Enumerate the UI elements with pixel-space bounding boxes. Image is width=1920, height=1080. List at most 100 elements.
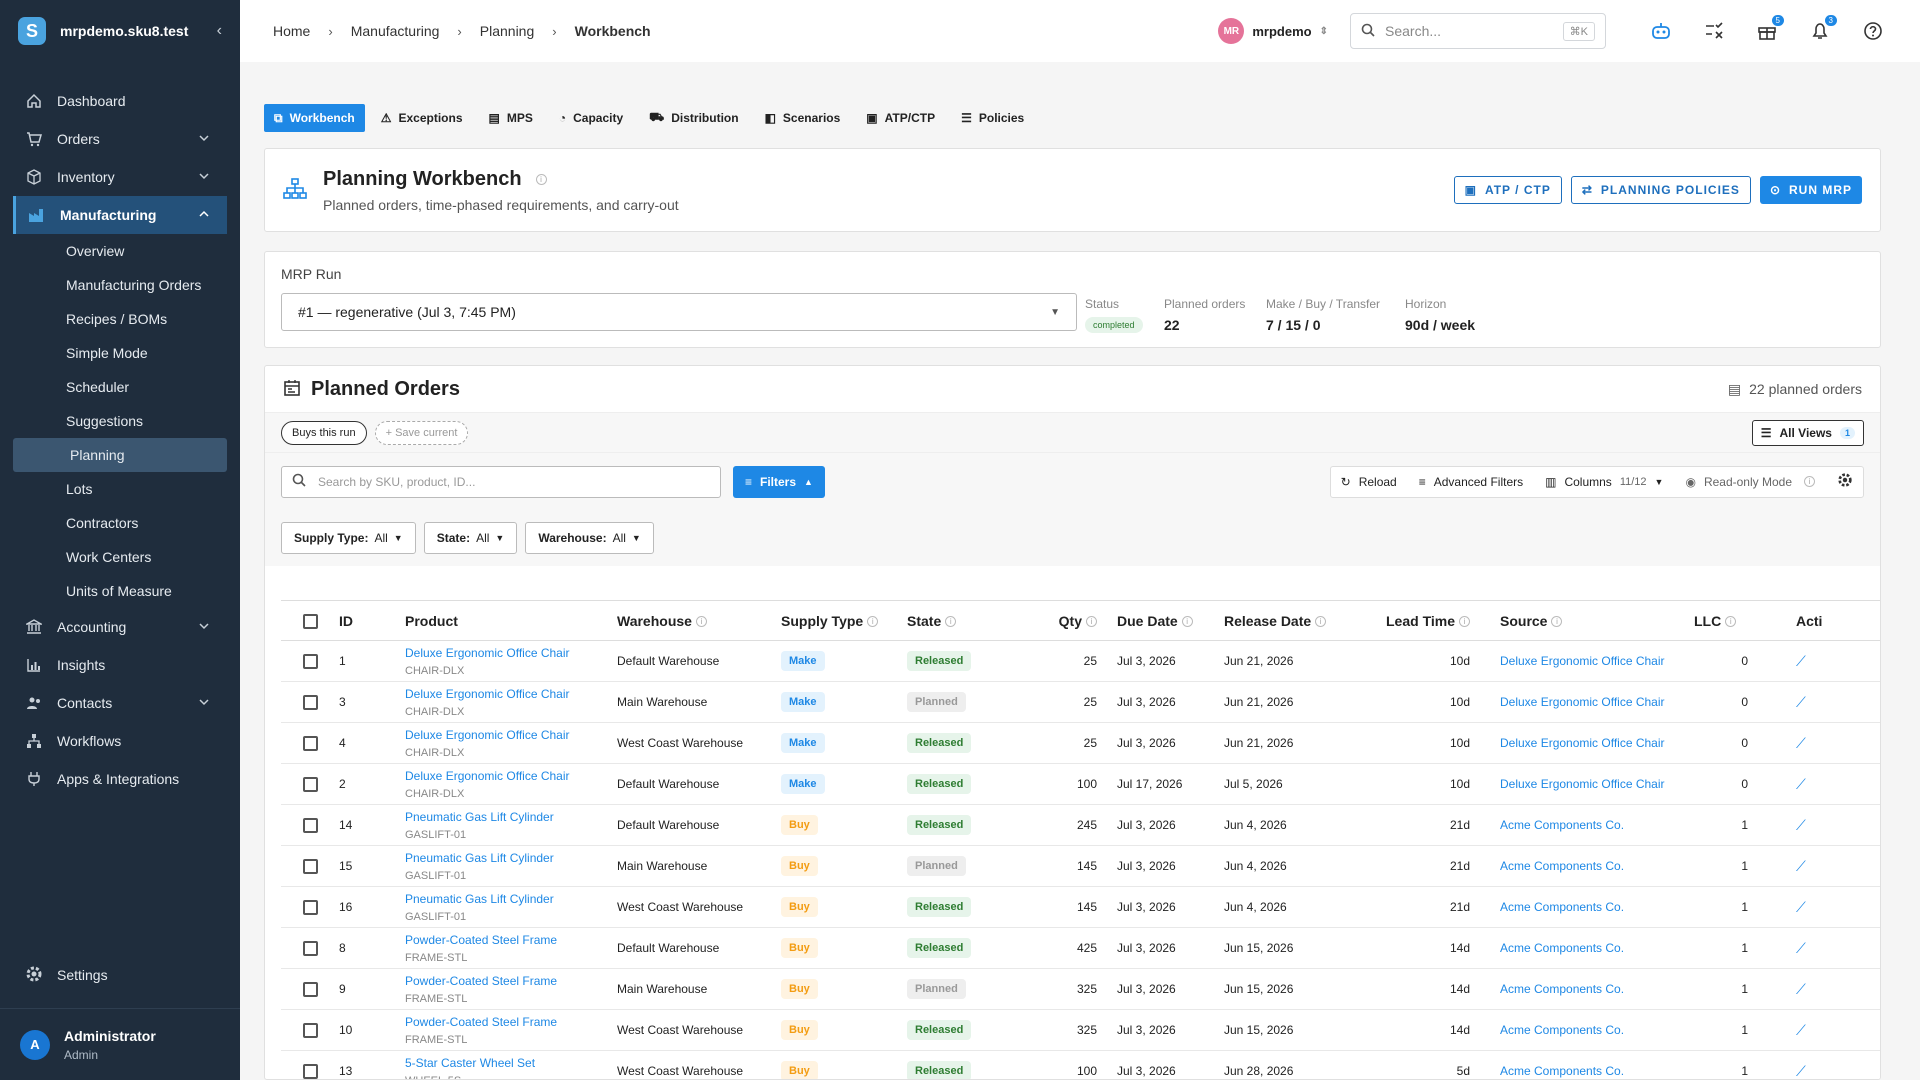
global-search-input[interactable]: Search... ⌘K bbox=[1350, 13, 1606, 49]
column-header-product[interactable]: Product bbox=[405, 600, 617, 641]
column-header-source[interactable]: Source i bbox=[1470, 600, 1694, 641]
row-checkbox[interactable] bbox=[281, 886, 339, 928]
tab-atp-ctp[interactable]: ▣ ATP/CTP bbox=[856, 104, 945, 132]
table-settings-button[interactable] bbox=[1837, 472, 1853, 491]
column-header-lead-time[interactable]: Lead Time i bbox=[1354, 600, 1470, 641]
column-header-supply-type[interactable]: Supply Type i bbox=[781, 600, 907, 641]
product-link[interactable]: Pneumatic Gas Lift Cylinder bbox=[405, 851, 617, 865]
help-icon[interactable] bbox=[1859, 17, 1887, 45]
sidebar-item-manufacturing[interactable]: Manufacturing bbox=[13, 196, 227, 234]
run-mrp-button[interactable]: ⊙ RUN MRP bbox=[1759, 176, 1862, 204]
row-checkbox[interactable] bbox=[281, 681, 339, 723]
planning-policies-button[interactable]: ⇄ PLANNING POLICIES bbox=[1570, 176, 1751, 204]
cell-source-link[interactable]: Acme Components Co. bbox=[1470, 886, 1694, 928]
tab-exceptions[interactable]: ⚠ Exceptions bbox=[371, 104, 473, 132]
tab-distribution[interactable]: ⛟ Distribution bbox=[639, 104, 748, 132]
sidebar-subitem-simple-mode[interactable]: Simple Mode bbox=[0, 336, 240, 370]
column-header-state[interactable]: State i bbox=[907, 600, 1013, 641]
sidebar-subitem-recipes-boms[interactable]: Recipes / BOMs bbox=[0, 302, 240, 336]
sidebar-item-apps-integrations[interactable]: Apps & Integrations bbox=[0, 760, 240, 798]
view-chip-buys-this-run[interactable]: Buys this run bbox=[281, 420, 367, 445]
sidebar-subitem-manufacturing-orders[interactable]: Manufacturing Orders bbox=[0, 268, 240, 302]
sidebar-item-inventory[interactable]: Inventory bbox=[0, 158, 240, 196]
trend-icon[interactable]: ⟋ bbox=[1796, 858, 1806, 874]
save-current-view-button[interactable]: + Save current bbox=[374, 420, 469, 445]
sidebar-subitem-overview[interactable]: Overview bbox=[0, 234, 240, 268]
column-header-llc[interactable]: LLC i bbox=[1694, 600, 1774, 641]
column-header-release-date[interactable]: Release Date i bbox=[1224, 600, 1354, 641]
collapse-sidebar-icon[interactable]: ‹ bbox=[217, 22, 222, 40]
sidebar-subitem-scheduler[interactable]: Scheduler bbox=[0, 370, 240, 404]
trend-icon[interactable]: ⟋ bbox=[1796, 653, 1806, 669]
product-link[interactable]: Deluxe Ergonomic Office Chair bbox=[405, 687, 617, 701]
product-link[interactable]: Powder-Coated Steel Frame bbox=[405, 933, 617, 947]
product-link[interactable]: Pneumatic Gas Lift Cylinder bbox=[405, 810, 617, 824]
tab-capacity[interactable]: ◔ Capacity bbox=[549, 104, 633, 132]
info-icon[interactable]: i bbox=[535, 173, 547, 185]
cell-source-link[interactable]: Acme Components Co. bbox=[1470, 845, 1694, 887]
row-checkbox[interactable] bbox=[281, 1050, 339, 1079]
product-link[interactable]: Deluxe Ergonomic Office Chair bbox=[405, 769, 617, 783]
cell-source-link[interactable]: Deluxe Ergonomic Office Chair bbox=[1470, 722, 1694, 764]
row-checkbox[interactable] bbox=[281, 1009, 339, 1051]
row-checkbox[interactable] bbox=[281, 845, 339, 887]
sidebar-subitem-suggestions[interactable]: Suggestions bbox=[0, 404, 240, 438]
table-search-input[interactable]: Search by SKU, product, ID... bbox=[281, 465, 721, 498]
advanced-filters-button[interactable]: ≡ Advanced Filters bbox=[1419, 475, 1523, 489]
cell-source-link[interactable]: Deluxe Ergonomic Office Chair bbox=[1470, 763, 1694, 805]
org-switcher[interactable]: MR mrpdemo ⇕ bbox=[1218, 18, 1328, 44]
sidebar-item-settings[interactable]: Settings bbox=[0, 956, 240, 994]
table-row[interactable]: 8 Powder-Coated Steel Frame FRAME-STL Defau… bbox=[281, 927, 1880, 969]
product-link[interactable]: Pneumatic Gas Lift Cylinder bbox=[405, 892, 617, 906]
assistant-robot-icon[interactable] bbox=[1647, 17, 1675, 45]
table-row[interactable]: 15 Pneumatic Gas Lift Cylinder GASLIFT-01 M… bbox=[281, 845, 1880, 887]
column-header-qty[interactable]: Qty i bbox=[1013, 600, 1097, 641]
table-row[interactable]: 9 Powder-Coated Steel Frame FRAME-STL Main … bbox=[281, 968, 1880, 1010]
product-link[interactable]: 5-Star Caster Wheel Set bbox=[405, 1056, 617, 1070]
supply-type-filter[interactable]: Supply Type: All ▼ bbox=[281, 522, 416, 554]
tab-scenarios[interactable]: ◧ Scenarios bbox=[755, 104, 851, 132]
sidebar-item-orders[interactable]: Orders bbox=[0, 120, 240, 158]
row-checkbox[interactable] bbox=[281, 927, 339, 969]
table-row[interactable]: 2 Deluxe Ergonomic Office Chair CHAIR-DLX D… bbox=[281, 763, 1880, 805]
sidebar-subitem-contractors[interactable]: Contractors bbox=[0, 506, 240, 540]
cell-source-link[interactable]: Deluxe Ergonomic Office Chair bbox=[1470, 640, 1694, 682]
breadcrumb-planning[interactable]: Planning bbox=[480, 23, 535, 39]
row-checkbox[interactable] bbox=[281, 968, 339, 1010]
atp-ctp-button[interactable]: ▣ ATP / CTP bbox=[1453, 176, 1562, 204]
product-link[interactable]: Deluxe Ergonomic Office Chair bbox=[405, 646, 617, 660]
sidebar-subitem-work-centers[interactable]: Work Centers bbox=[0, 540, 240, 574]
product-link[interactable]: Powder-Coated Steel Frame bbox=[405, 974, 617, 988]
cell-source-link[interactable]: Acme Components Co. bbox=[1470, 1050, 1694, 1079]
cell-source-link[interactable]: Acme Components Co. bbox=[1470, 968, 1694, 1010]
tab-workbench[interactable]: ⧉ Workbench bbox=[264, 104, 365, 132]
sidebar-item-insights[interactable]: Insights bbox=[0, 646, 240, 684]
sidebar-item-contacts[interactable]: Contacts bbox=[0, 684, 240, 722]
trend-icon[interactable]: ⟋ bbox=[1796, 1063, 1806, 1079]
select-all-checkbox[interactable] bbox=[281, 600, 339, 641]
all-views-button[interactable]: ☰ All Views 1 bbox=[1751, 419, 1864, 446]
row-checkbox[interactable] bbox=[281, 763, 339, 805]
cell-source-link[interactable]: Acme Components Co. bbox=[1470, 1009, 1694, 1051]
warehouse-filter[interactable]: Warehouse: All ▼ bbox=[525, 522, 654, 554]
cell-source-link[interactable]: Acme Components Co. bbox=[1470, 927, 1694, 969]
tab-mps[interactable]: ▤ MPS bbox=[479, 104, 543, 132]
bell-icon[interactable]: 3 bbox=[1806, 15, 1837, 45]
trend-icon[interactable]: ⟋ bbox=[1796, 735, 1806, 751]
table-row[interactable]: 3 Deluxe Ergonomic Office Chair CHAIR-DLX M… bbox=[281, 681, 1880, 723]
sidebar-item-workflows[interactable]: Workflows bbox=[0, 722, 240, 760]
table-row[interactable]: 4 Deluxe Ergonomic Office Chair CHAIR-DLX W… bbox=[281, 722, 1880, 764]
trend-icon[interactable]: ⟋ bbox=[1796, 776, 1806, 792]
columns-button[interactable]: ▥ Columns 11/12 ▼ bbox=[1545, 475, 1663, 489]
state-filter[interactable]: State: All ▼ bbox=[423, 522, 518, 554]
sidebar-item-accounting[interactable]: Accounting bbox=[0, 608, 240, 646]
sidebar-subitem-planning[interactable]: Planning bbox=[13, 438, 227, 472]
sidebar-subitem-lots[interactable]: Lots bbox=[0, 472, 240, 506]
table-row[interactable]: 10 Powder-Coated Steel Frame FRAME-STL West… bbox=[281, 1009, 1880, 1051]
row-checkbox[interactable] bbox=[281, 722, 339, 764]
gift-icon[interactable]: 5 bbox=[1753, 15, 1784, 45]
trend-icon[interactable]: ⟋ bbox=[1796, 694, 1806, 710]
tasks-icon[interactable] bbox=[1700, 17, 1728, 45]
row-checkbox[interactable] bbox=[281, 640, 339, 682]
sidebar-item-dashboard[interactable]: Dashboard bbox=[0, 82, 240, 120]
